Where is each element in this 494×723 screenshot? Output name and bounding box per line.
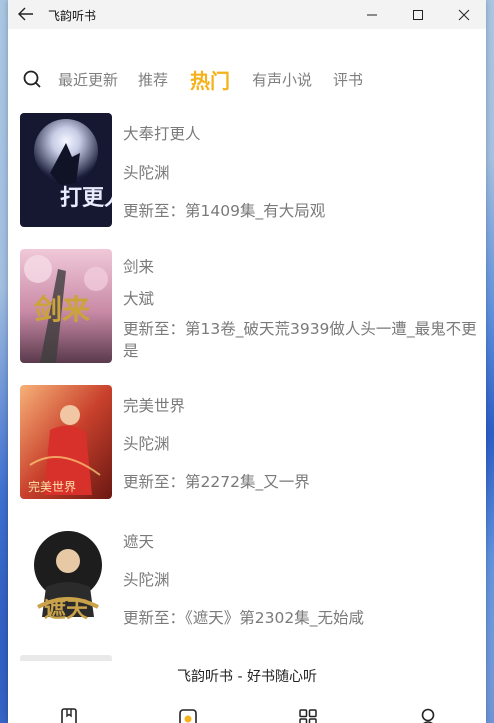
book-cover[interactable]: 遮天 <box>20 521 112 635</box>
book-title: 完美世界 <box>123 397 186 415</box>
cover-title-text: 打更人 <box>60 185 112 211</box>
maximize-button[interactable] <box>395 0 441 29</box>
book-cover[interactable]: 剑来 <box>20 249 112 363</box>
maximize-icon <box>413 9 423 20</box>
minimize-button[interactable] <box>349 0 395 29</box>
cover-title-text: 遮天 <box>44 597 89 623</box>
bottom-nav <box>8 700 486 723</box>
book-title: 大奉打更人 <box>123 125 201 143</box>
book-author: 头陀渊 <box>123 435 170 453</box>
book-cover[interactable]: 完美世界 <box>20 385 112 499</box>
back-arrow-icon[interactable] <box>16 4 36 24</box>
cover-title-text: 剑来 <box>34 293 90 326</box>
book-update: 更新至：第1409集_有大局观 <box>123 202 326 220</box>
book-update: 更新至：第13卷_破天荒3939做人头一遭_最鬼不更是 <box>123 320 477 360</box>
book-update: 更新至：《遮天》第2302集_无始咸 <box>123 609 364 627</box>
title-bar: 飞韵听书 <box>8 0 486 29</box>
tab-popular[interactable]: 热门 <box>190 65 230 94</box>
book-title: 遮天 <box>123 533 155 551</box>
category-tabs: 最近更新 推荐 热门 有声小说 评书 <box>8 60 486 96</box>
book-cover[interactable]: 打更人 <box>20 113 112 227</box>
bookshelf-icon[interactable] <box>59 706 79 723</box>
tab-recent-updates[interactable]: 最近更新 <box>58 69 118 90</box>
book-author: 头陀渊 <box>123 571 170 589</box>
profile-icon[interactable] <box>418 706 438 723</box>
app-window: 飞韵听书 最近更新 推荐 热门 有声小说 评书 打更人 <box>8 0 486 723</box>
close-button[interactable] <box>441 0 486 29</box>
list-item-partial <box>20 655 112 661</box>
close-icon <box>458 9 470 20</box>
search-icon[interactable] <box>22 69 42 89</box>
book-title: 剑来 <box>123 258 155 276</box>
book-author: 大斌 <box>123 290 155 308</box>
list-item[interactable]: 剑来 剑来 大斌 更新至：第13卷_破天荒3939做人头一遭_最鬼不更是 <box>20 249 480 369</box>
minimize-icon <box>367 14 377 15</box>
window-title: 飞韵听书 <box>48 9 97 23</box>
listen-icon[interactable] <box>178 706 198 723</box>
cover-title-text: 完美世界 <box>28 479 76 494</box>
tab-audio-novels[interactable]: 有声小说 <box>252 69 312 90</box>
book-author: 头陀渊 <box>123 164 170 182</box>
list-item[interactable]: 遮天 遮天 头陀渊 更新至：《遮天》第2302集_无始咸 <box>20 521 480 641</box>
tab-storytelling[interactable]: 评书 <box>333 69 363 90</box>
book-update: 更新至：第2272集_又一界 <box>123 473 310 491</box>
list-item[interactable]: 完美世界 完美世界 头陀渊 更新至：第2272集_又一界 <box>20 385 480 505</box>
app-slogan: 飞韵听书 - 好书随心听 <box>177 669 317 685</box>
category-grid-icon[interactable] <box>298 706 318 723</box>
list-item[interactable]: 打更人 大奉打更人 头陀渊 更新至：第1409集_有大局观 <box>20 113 480 233</box>
tab-recommended[interactable]: 推荐 <box>138 69 168 90</box>
